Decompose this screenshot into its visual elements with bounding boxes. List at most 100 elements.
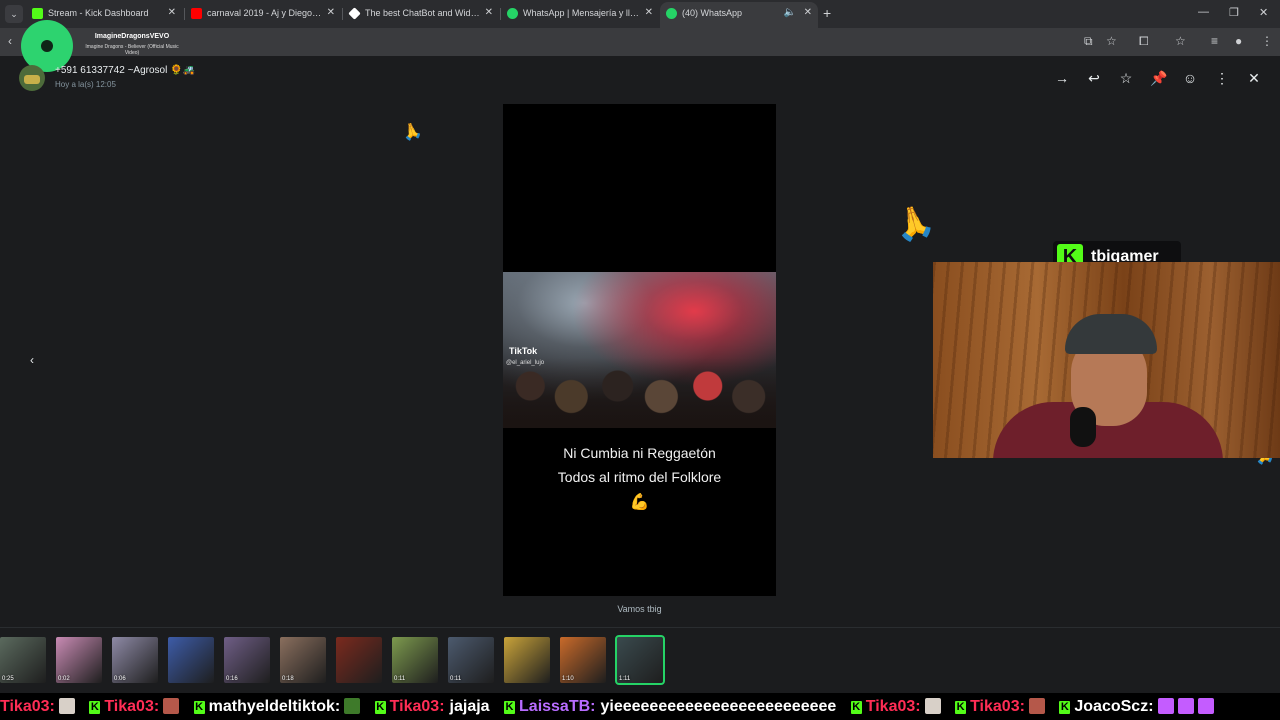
chat-username: LaissaTB: bbox=[519, 698, 596, 715]
extensions-icon[interactable]: ⧠ bbox=[1139, 34, 1149, 49]
forward-icon[interactable]: → bbox=[1054, 70, 1070, 86]
address-bar[interactable] bbox=[40, 31, 1080, 53]
bookmarks-icon[interactable]: ☆ bbox=[1175, 34, 1186, 48]
reply-icon[interactable]: ↩ bbox=[1086, 70, 1102, 86]
close-viewer-icon[interactable]: ✕ bbox=[1246, 70, 1262, 86]
emoji-react-icon[interactable]: ☺ bbox=[1182, 70, 1198, 86]
tab-whatsapp-web[interactable]: WhatsApp | Mensajería y llama ✕ bbox=[501, 2, 659, 26]
chat-username: Tika03: bbox=[389, 698, 445, 715]
tab-youtube[interactable]: carnaval 2019 - Aj y Diego - You ✕ bbox=[185, 2, 341, 26]
media-thumbnail[interactable] bbox=[504, 637, 550, 683]
chat-username: Tika03: bbox=[865, 698, 921, 715]
tab-search-button[interactable]: ⌄ bbox=[5, 5, 23, 23]
chat-message: K Tika03: bbox=[850, 693, 941, 720]
minimize-icon[interactable]: — bbox=[1198, 6, 1209, 18]
chat-emote-icon bbox=[924, 698, 941, 714]
music-channel: ImagineDragonsVEVO bbox=[94, 33, 170, 40]
media-thumbnail[interactable]: 0:11 bbox=[392, 637, 438, 683]
kick-badge-icon: K bbox=[504, 701, 516, 714]
chat-emote-icon bbox=[344, 698, 361, 714]
pin-icon[interactable]: 📌 bbox=[1150, 70, 1167, 86]
chat-emote-icon bbox=[163, 698, 180, 714]
chat-emote-icon bbox=[58, 698, 75, 714]
media-thumbnail[interactable]: 0:18 bbox=[280, 637, 326, 683]
stream-chat-ticker: Tika03: K Tika03: Kmathyeldeltiktok: K Tik… bbox=[0, 693, 1280, 720]
whatsapp-favicon-icon bbox=[666, 8, 677, 19]
chat-message: K JoacoScz: bbox=[1059, 693, 1214, 720]
thumbnail-duration: 0:18 bbox=[282, 676, 294, 682]
chatbot-favicon-icon bbox=[348, 7, 361, 20]
close-tab-icon[interactable]: ✕ bbox=[645, 7, 653, 18]
tiktok-logo: TikTok bbox=[509, 346, 538, 356]
youtube-favicon-icon bbox=[191, 8, 202, 19]
close-tab-icon[interactable]: ✕ bbox=[804, 7, 812, 18]
tab-label: carnaval 2019 - Aj y Diego - You bbox=[207, 8, 323, 18]
media-controls-icon[interactable]: ≡ bbox=[1211, 34, 1218, 48]
tab-label: (40) WhatsApp bbox=[682, 8, 743, 18]
kick-badge-icon: K bbox=[850, 701, 862, 714]
speaker-icon[interactable]: 🔈 bbox=[784, 7, 796, 18]
more-options-icon[interactable]: ⋮ bbox=[1214, 70, 1230, 86]
praying-hands-icon: 🙏 bbox=[890, 200, 938, 246]
new-tab-button[interactable]: + bbox=[823, 5, 831, 21]
thumbnail-duration: 1:11 bbox=[619, 676, 631, 682]
chat-username: JoacoScz: bbox=[1074, 698, 1154, 715]
chat-message: K Tika03: bbox=[89, 693, 180, 720]
chat-message: K Tika03: bbox=[955, 693, 1045, 720]
music-track: Imagine Dragons - Believer (Official Mus… bbox=[85, 44, 179, 56]
media-thumbnail[interactable]: 0:11 bbox=[448, 637, 494, 683]
browser-menu-icon[interactable]: ⋮ bbox=[1261, 34, 1273, 48]
contact-avatar[interactable] bbox=[19, 65, 45, 91]
browser-toolbar: ‹ ⧉ ☆ ⧠ ☆ ≡ ● ⋮ bbox=[0, 28, 1280, 56]
kick-badge-icon: K bbox=[374, 701, 386, 714]
thumbnail-duration: 1:10 bbox=[562, 676, 574, 682]
media-thumbnail-selected[interactable]: 1:11 bbox=[615, 635, 665, 685]
chat-message: K LaissaTB: yieeeeeeeeeeeeeeeeeeeeeeeee bbox=[504, 693, 836, 720]
tab-label: The best ChatBot and Widgets bbox=[365, 8, 481, 18]
install-app-icon[interactable]: ⧉ bbox=[1084, 34, 1093, 49]
chat-message: Tika03: bbox=[0, 693, 75, 720]
chat-emote-icon bbox=[1197, 698, 1214, 714]
profile-avatar-icon[interactable]: ● bbox=[1235, 34, 1242, 48]
kick-badge-icon: K bbox=[955, 701, 967, 714]
browser-tab-strip: ⌄ Stream - Kick Dashboard ✕ carnaval 201… bbox=[0, 0, 1280, 28]
kick-badge-icon: K bbox=[193, 701, 205, 714]
previous-media-icon[interactable]: ‹ bbox=[23, 351, 41, 369]
video-text-line-2: Todos al ritmo del Folklore bbox=[557, 469, 722, 485]
close-tab-icon[interactable]: ✕ bbox=[485, 7, 493, 18]
thumbnail-duration: 0:11 bbox=[450, 676, 462, 682]
thumbnail-duration: 0:06 bbox=[114, 676, 126, 682]
tab-whatsapp-active[interactable]: (40) WhatsApp 🔈 ✕ bbox=[660, 2, 818, 28]
star-icon[interactable]: ☆ bbox=[1118, 70, 1134, 86]
contact-name: +591 61337742 ~Agrosol 🌻🚜 bbox=[55, 65, 195, 76]
restore-icon[interactable]: ❐ bbox=[1229, 6, 1239, 19]
media-thumbnail[interactable]: 0:16 bbox=[224, 637, 270, 683]
media-thumbnail[interactable]: 0:25 bbox=[0, 637, 46, 683]
close-tab-icon[interactable]: ✕ bbox=[168, 7, 176, 18]
microphone-icon bbox=[1070, 407, 1096, 447]
media-thumbnail[interactable] bbox=[168, 637, 214, 683]
close-window-icon[interactable]: ✕ bbox=[1259, 6, 1268, 19]
chat-text: jajaja bbox=[449, 698, 490, 715]
chat-username: Tika03: bbox=[970, 698, 1025, 715]
chat-emote-icon bbox=[1177, 698, 1194, 714]
close-tab-icon[interactable]: ✕ bbox=[327, 7, 335, 18]
kick-badge-icon: K bbox=[89, 701, 101, 714]
bookmark-star-icon[interactable]: ☆ bbox=[1106, 34, 1117, 48]
flexed-biceps-icon: 💪 bbox=[629, 494, 650, 511]
whatsapp-favicon-icon bbox=[507, 8, 518, 19]
media-thumbnail[interactable]: 0:06 bbox=[112, 637, 158, 683]
media-thumbnail[interactable]: 0:02 bbox=[56, 637, 102, 683]
praying-hands-icon: 🙏 bbox=[400, 121, 424, 144]
kick-favicon-icon bbox=[32, 8, 43, 19]
back-icon[interactable]: ‹ bbox=[8, 34, 12, 48]
chat-message: Kmathyeldeltiktok: bbox=[193, 693, 361, 720]
tab-chatbot[interactable]: The best ChatBot and Widgets ✕ bbox=[343, 2, 499, 26]
chat-username: mathyeldeltiktok: bbox=[208, 698, 341, 715]
chat-message: K Tika03: jajaja bbox=[374, 693, 490, 720]
media-thumbnail[interactable]: 1:10 bbox=[560, 637, 606, 683]
thumbnail-duration: 0:16 bbox=[226, 676, 238, 682]
tab-label: WhatsApp | Mensajería y llama bbox=[523, 8, 641, 18]
media-thumbnail[interactable] bbox=[336, 637, 382, 683]
media-video[interactable]: TikTok @el_ariel_lujo Ni Cumbia ni Regga… bbox=[503, 104, 776, 596]
